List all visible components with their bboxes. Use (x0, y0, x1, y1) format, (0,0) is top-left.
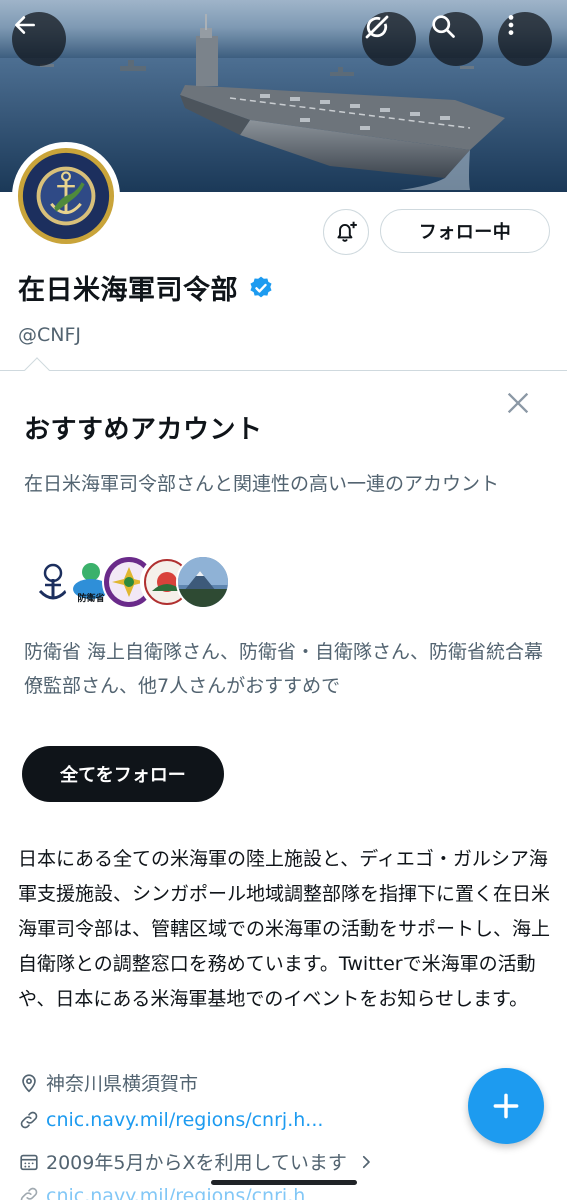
notification-bell-button[interactable] (323, 209, 369, 255)
plus-icon (493, 1093, 519, 1119)
following-button[interactable]: フォロー中 (380, 209, 550, 253)
joined-row[interactable]: 2009年5月からXを利用しています (18, 1148, 375, 1175)
recommended-avatars[interactable]: 防衛省 (26, 555, 230, 611)
location-text: 神奈川県横須賀市 (46, 1073, 199, 1095)
location-row: 神奈川県横須賀市 (18, 1069, 198, 1096)
mountain-photo-icon (178, 557, 228, 607)
card-pointer (24, 357, 50, 383)
recommended-accounts-card: おすすめアカウント 在日米海軍司令部さんと関連性の高い一連のアカウント 防衛省 (0, 357, 567, 814)
compose-fab-button[interactable] (468, 1068, 544, 1144)
website-row[interactable]: cnic.navy.mil/regions/cnrj.h... (18, 1109, 323, 1131)
link-icon-partial (20, 1187, 38, 1200)
navy-region-japan-logo (17, 147, 115, 245)
more-button[interactable] (498, 12, 552, 66)
chevron-right-icon (362, 1155, 370, 1168)
profile-handle: @CNFJ (18, 324, 82, 346)
bell-plus-icon (337, 221, 357, 242)
close-icon[interactable] (504, 389, 532, 417)
grok-icon (365, 15, 389, 39)
profile-bio: 日本にある全ての米海軍の陸上施設と、ディエゴ・ガルシア海軍支援施設、シンガポール… (18, 848, 551, 1010)
display-name: 在日米海軍司令部 (18, 275, 238, 306)
profile-avatar[interactable] (12, 142, 120, 250)
recommended-title: おすすめアカウント (24, 415, 263, 445)
landscape-avatar[interactable] (176, 555, 230, 609)
more-vertical-icon (508, 15, 514, 35)
joined-text: 2009年5月からXを利用しています (46, 1152, 347, 1174)
search-button[interactable] (429, 12, 483, 66)
recommended-description: 防衛省 海上自衛隊さん、防衛省・自衛隊さん、防衛省統合幕僚監部さん、他7人さんが… (24, 641, 544, 697)
website-link[interactable]: cnic.navy.mil/regions/cnrj.h... (46, 1109, 323, 1131)
grok-button[interactable] (362, 12, 416, 66)
home-indicator[interactable] (211, 1180, 357, 1185)
verified-badge-icon[interactable] (248, 275, 274, 301)
link-icon (20, 1111, 38, 1129)
website-row-partial[interactable]: cnic.navy.mil/regions/cnrj.h (18, 1185, 305, 1200)
profile-name-row: 在日米海軍司令部 (18, 268, 274, 307)
arrow-left-icon (15, 16, 35, 34)
location-pin-icon (22, 1073, 36, 1092)
website-link-partial[interactable]: cnic.navy.mil/regions/cnrj.h (46, 1185, 305, 1200)
recommended-subtitle: 在日米海軍司令部さんと関連性の高い一連のアカウント (24, 473, 500, 495)
back-button[interactable] (12, 12, 66, 66)
follow-all-button[interactable]: 全てをフォロー (22, 746, 224, 802)
calendar-icon (20, 1154, 38, 1170)
search-icon (432, 15, 455, 38)
